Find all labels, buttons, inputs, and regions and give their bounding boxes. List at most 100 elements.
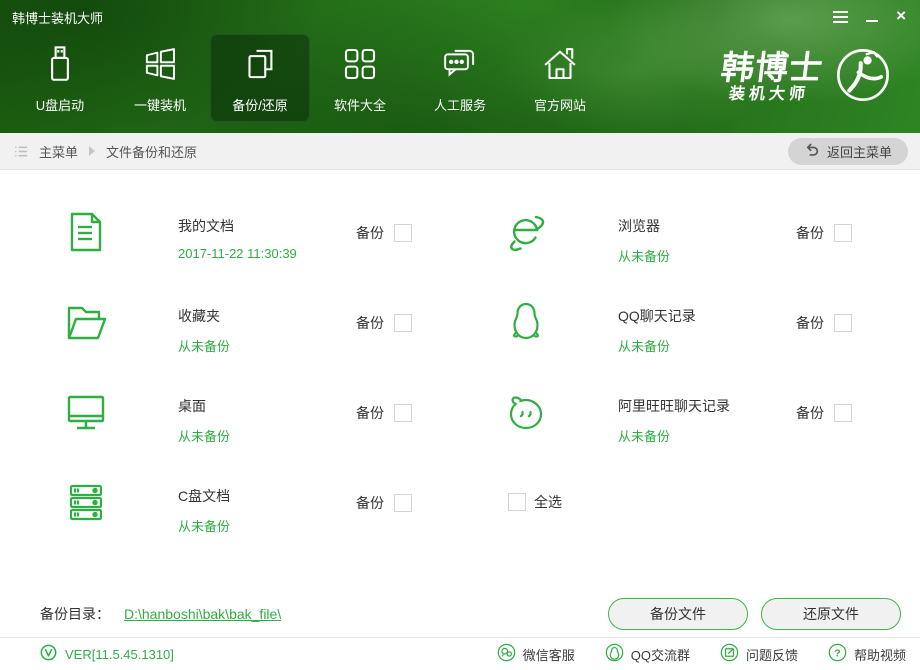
nav-item-backup-restore[interactable]: 备份/还原 [210, 34, 310, 122]
footer: VER[11.5.45.1310] 微信客服 QQ交流群 [0, 637, 920, 670]
footer-links: 微信客服 QQ交流群 问题反馈 ? [497, 643, 906, 665]
backup-checkbox[interactable] [394, 494, 412, 512]
qq-group-icon [605, 643, 624, 665]
window-controls: × [833, 9, 906, 23]
main-nav: U盘启动 一键装机 备份/还原 软件大全 [10, 34, 610, 122]
nav-item-one-key-install[interactable]: 一键装机 [110, 34, 210, 122]
backup-item-favorites: 收藏夹 从未备份 备份 [40, 285, 470, 375]
footer-link-label: 微信客服 [523, 645, 575, 664]
backup-directory-row: 备份目录： D:\hanboshi\bak\bak_file\ [40, 604, 281, 624]
my-documents-icon [62, 208, 110, 256]
nav-item-label: 官方网站 [534, 95, 586, 114]
backup-label: 备份 [796, 403, 824, 423]
select-all-checkbox[interactable] [508, 493, 526, 511]
backup-item-status: 从未备份 [178, 426, 230, 445]
backup-label: 备份 [356, 223, 384, 243]
backup-checkbox[interactable] [394, 404, 412, 422]
breadcrumb-bar: 主菜单 文件备份和还原 返回主菜单 [0, 133, 920, 170]
software-collection-icon [339, 43, 381, 88]
footer-link-qq-group[interactable]: QQ交流群 [605, 643, 690, 665]
backup-checkbox[interactable] [394, 224, 412, 242]
backup-label: 备份 [796, 313, 824, 333]
backup-label: 备份 [796, 223, 824, 243]
nav-item-label: 人工服务 [434, 95, 486, 114]
backup-checkbox[interactable] [394, 314, 412, 332]
restore-files-button[interactable]: 还原文件 [761, 598, 901, 630]
live-support-icon [439, 43, 481, 88]
nav-item-label: 一键装机 [134, 95, 186, 114]
breadcrumb-root[interactable]: 主菜单 [39, 142, 78, 161]
footer-link-feedback[interactable]: 问题反馈 [720, 643, 798, 665]
svg-text:?: ? [834, 648, 840, 659]
backup-checkbox[interactable] [834, 404, 852, 422]
back-arrow-icon [804, 142, 819, 160]
wechat-service-icon [497, 643, 516, 665]
version-icon [40, 644, 57, 664]
minimize-icon[interactable] [866, 9, 878, 22]
backup-panel: 我的文档 2017-11-22 11:30:39 备份 浏览器 从未备份 备份 … [0, 170, 920, 637]
backup-item-desktop: 桌面 从未备份 备份 [40, 375, 470, 465]
nav-item-software-collection[interactable]: 软件大全 [310, 34, 410, 122]
backup-checkbox[interactable] [834, 224, 852, 242]
menu-icon[interactable] [833, 9, 848, 23]
app-header: 韩博士装机大师 × U盘启动 一键装机 [0, 0, 920, 133]
nav-item-official-website[interactable]: 官方网站 [510, 34, 610, 122]
nav-item-label: U盘启动 [36, 95, 84, 114]
favorites-folder-icon [62, 298, 110, 346]
help-video-icon: ? [828, 643, 847, 665]
footer-link-label: 问题反馈 [746, 645, 798, 664]
backup-checkbox[interactable] [834, 314, 852, 332]
nav-item-live-support[interactable]: 人工服务 [410, 34, 510, 122]
backup-item-status: 从未备份 [618, 336, 670, 355]
footer-link-label: 帮助视频 [854, 645, 906, 664]
backup-item-title: 阿里旺旺聊天记录 [618, 396, 730, 416]
desktop-icon [62, 388, 110, 436]
nav-item-label: 软件大全 [334, 95, 386, 114]
official-website-icon [539, 43, 581, 88]
select-all-row: 全选 [508, 492, 562, 512]
backup-label: 备份 [356, 493, 384, 513]
backup-item-aliwangwang: 阿里旺旺聊天记录 从未备份 备份 [480, 375, 910, 465]
brand-logo: 韩博士 装机大师 [720, 44, 894, 111]
nav-item-label: 备份/还原 [232, 95, 288, 114]
qq-chat-icon [502, 298, 550, 346]
footer-link-wechat-service[interactable]: 微信客服 [497, 643, 575, 665]
breadcrumb-arrow-icon [89, 146, 95, 156]
list-menu-icon [14, 144, 29, 159]
backup-item-status: 从未备份 [178, 516, 230, 535]
usb-boot-icon [39, 43, 81, 88]
backup-directory-label: 备份目录： [40, 606, 110, 622]
backup-item-status: 2017-11-22 11:30:39 [178, 246, 297, 261]
back-to-main-menu-button[interactable]: 返回主菜单 [788, 138, 908, 165]
backup-item-title: QQ聊天记录 [618, 306, 696, 326]
aliwangwang-icon [502, 388, 550, 436]
footer-link-help-video[interactable]: ? 帮助视频 [828, 643, 906, 665]
c-drive-icon [62, 478, 110, 526]
backup-files-button[interactable]: 备份文件 [608, 598, 748, 630]
backup-item-title: 浏览器 [618, 216, 660, 236]
version-label: VER[11.5.45.1310] [65, 647, 174, 662]
logo-subtitle: 装机大师 [717, 85, 821, 105]
feedback-icon [720, 643, 739, 665]
nav-item-usb-boot[interactable]: U盘启动 [10, 34, 110, 122]
backup-item-title: 我的文档 [178, 216, 234, 236]
breadcrumb-current: 文件备份和还原 [106, 142, 197, 161]
backup-item-my-documents: 我的文档 2017-11-22 11:30:39 备份 [40, 195, 470, 285]
backup-label: 备份 [356, 313, 384, 333]
backup-directory-link[interactable]: D:\hanboshi\bak\bak_file\ [124, 606, 281, 622]
logo-title: 韩博士 [719, 51, 825, 85]
backup-item-title: 桌面 [178, 396, 206, 416]
back-button-label: 返回主菜单 [827, 142, 892, 161]
backup-restore-icon [239, 43, 281, 88]
browser-icon [502, 208, 550, 256]
backup-item-qq-chat: QQ聊天记录 从未备份 备份 [480, 285, 910, 375]
action-buttons: 备份文件 还原文件 [608, 598, 901, 630]
footer-link-label: QQ交流群 [631, 645, 690, 664]
close-icon[interactable]: × [896, 9, 906, 23]
window-title: 韩博士装机大师 [12, 8, 103, 27]
brand-emblem-icon [832, 44, 894, 111]
version-row: VER[11.5.45.1310] [40, 644, 174, 664]
backup-label: 备份 [356, 403, 384, 423]
select-all-label: 全选 [534, 492, 562, 512]
backup-item-status: 从未备份 [618, 246, 670, 265]
